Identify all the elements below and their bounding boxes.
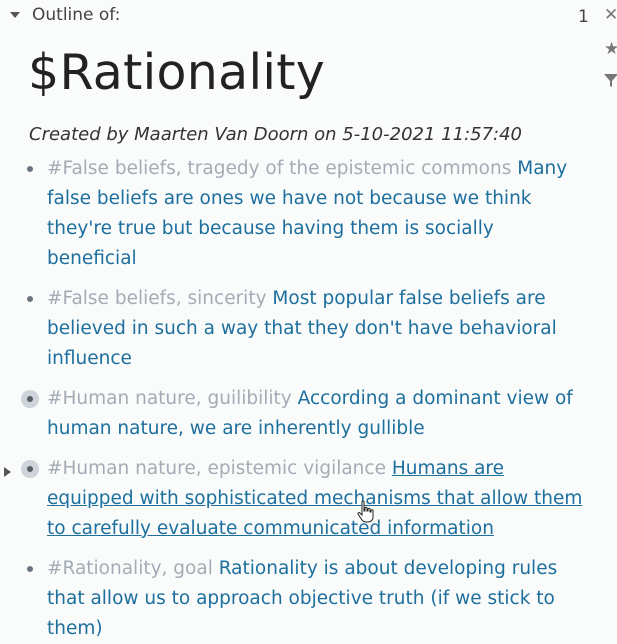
bullet-dot[interactable] (27, 166, 33, 172)
star-icon[interactable]: ★ (604, 40, 617, 58)
outline-header: Outline of: (0, 0, 577, 32)
page-title[interactable]: $Rationality (28, 44, 325, 101)
filter-icon[interactable] (604, 72, 617, 90)
caret-down-icon[interactable] (8, 8, 22, 22)
bullet-dot[interactable] (27, 296, 33, 302)
close-icon[interactable]: ✕ (604, 6, 617, 24)
bullet-collapsed[interactable] (21, 390, 39, 408)
reference-count: 1 (578, 7, 589, 27)
tag-label[interactable]: #Rationality, goal (47, 558, 213, 579)
outline-label: Outline of: (32, 5, 121, 25)
bullet-collapsed[interactable] (21, 460, 39, 478)
expand-arrow-icon[interactable] (2, 463, 12, 477)
created-by-line: Created by Maarten Van Doorn on 5-10-202… (29, 124, 523, 145)
tag-label[interactable]: #Human nature, guilibility (47, 388, 292, 409)
tag-label[interactable]: #False beliefs, sincerity (47, 288, 267, 309)
tag-label[interactable]: #False beliefs, tragedy of the epistemic… (47, 158, 511, 179)
hand-cursor-icon (357, 500, 374, 523)
bullet-dot[interactable] (27, 566, 33, 572)
tag-label[interactable]: #Human nature, epistemic vigilance (47, 458, 386, 479)
